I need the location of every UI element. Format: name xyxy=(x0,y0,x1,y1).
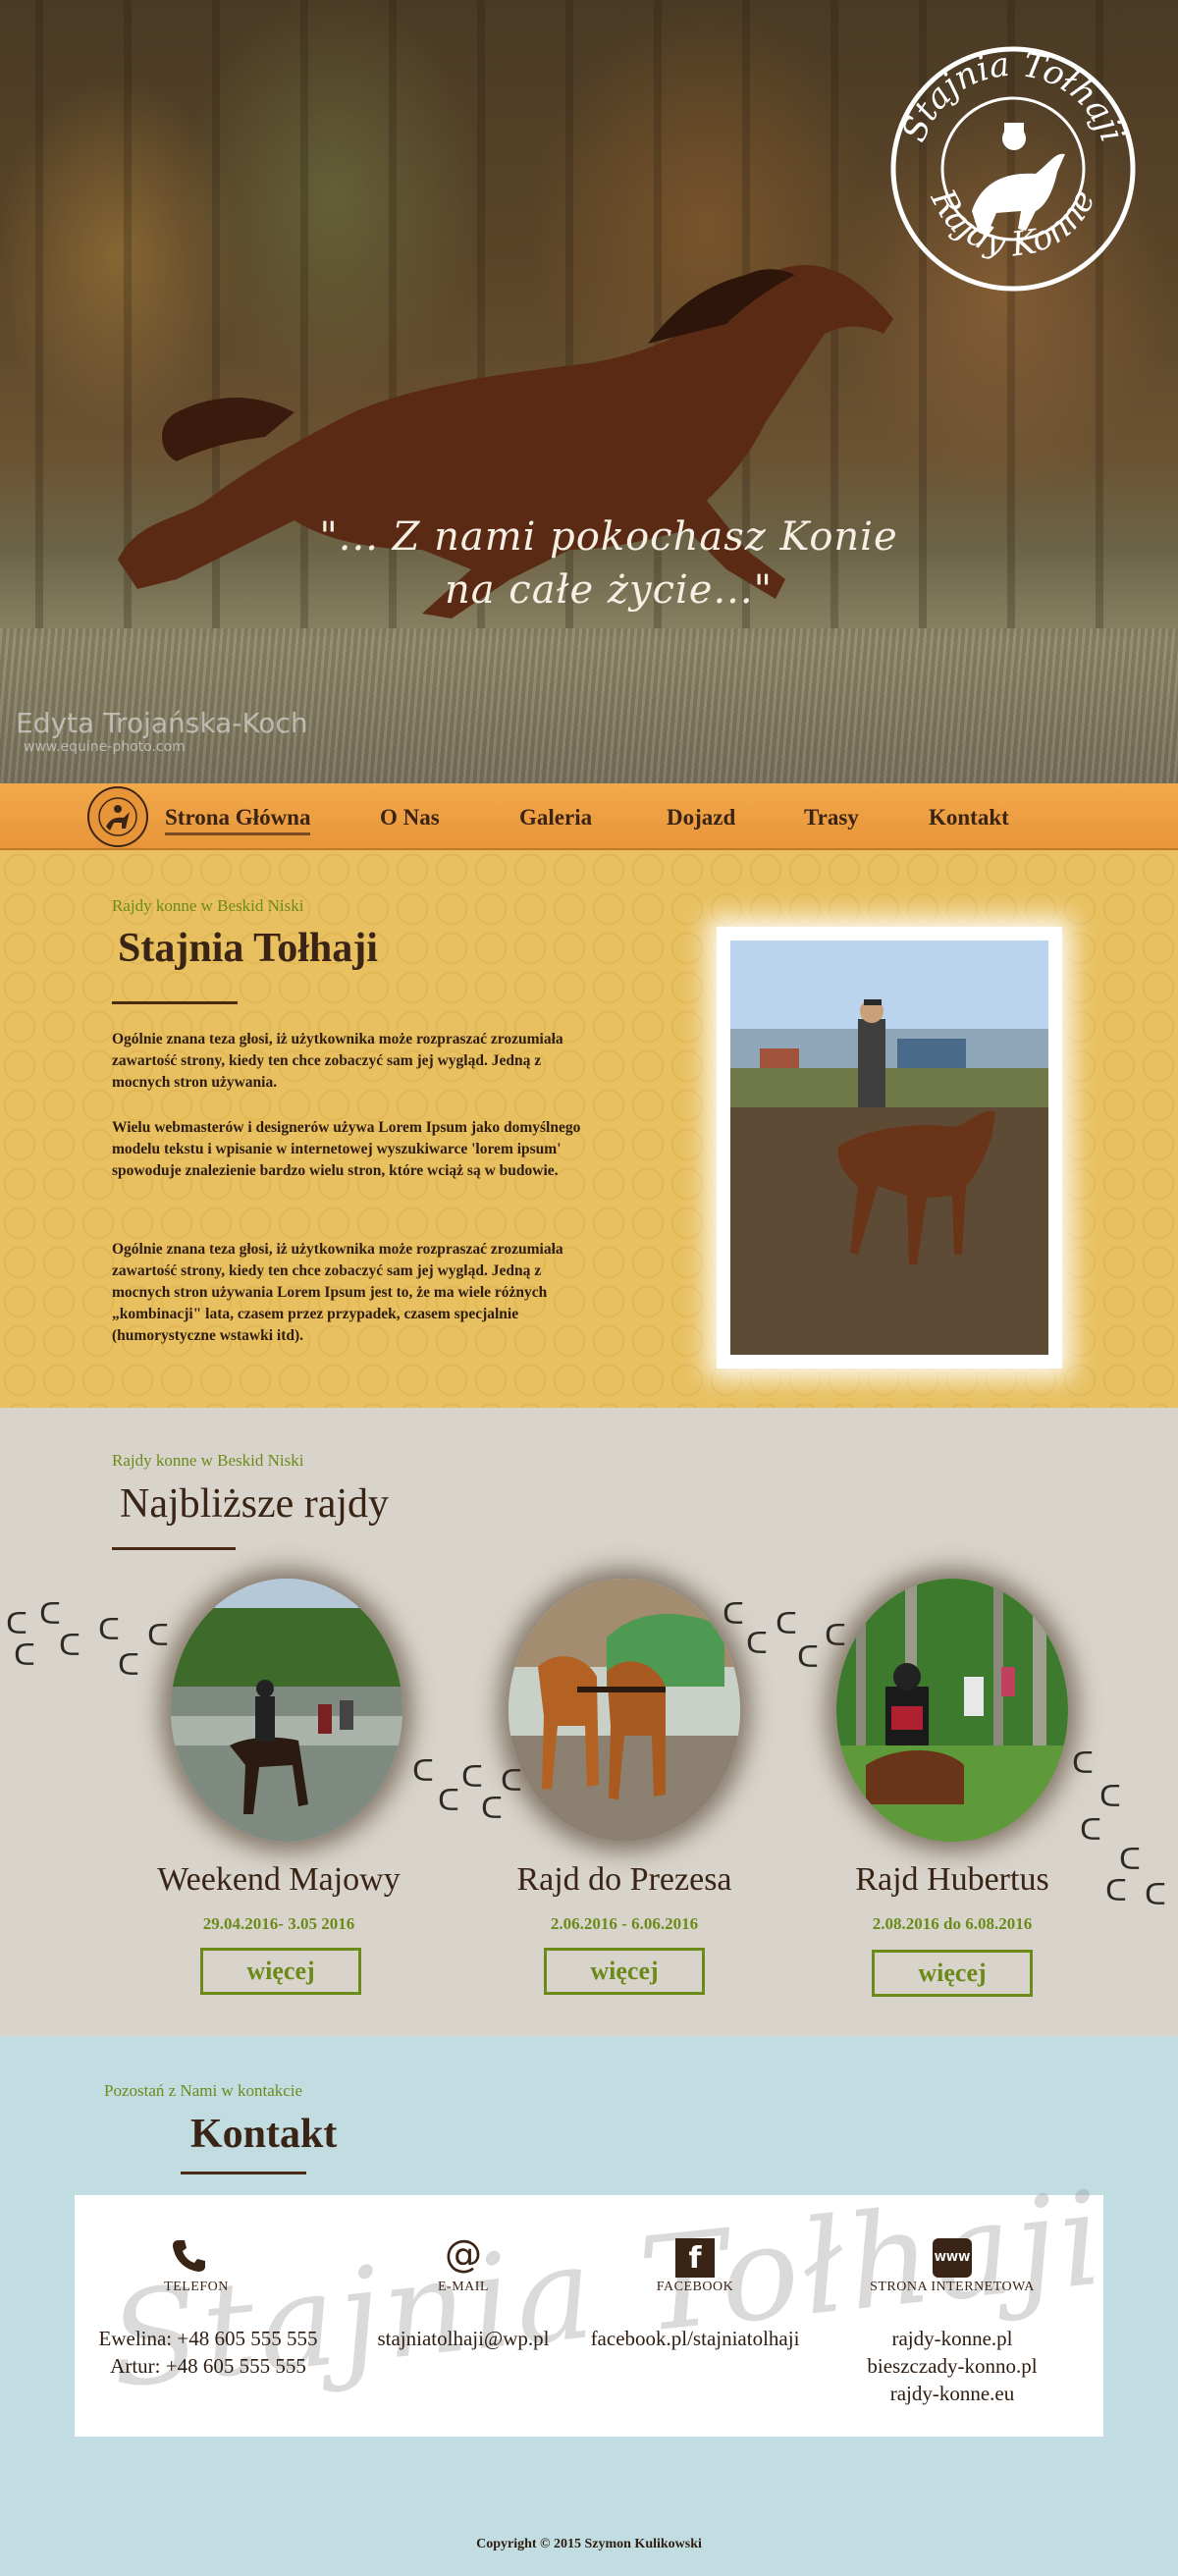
horse-wagon-image xyxy=(509,1579,740,1842)
footer-copyright: Copyright © 2015 Szymon Kulikowski xyxy=(476,2537,702,2551)
ride-name-1: Weekend Majowy xyxy=(157,1861,401,1898)
hero-quote-line-1: "... Z nami pokochasz Konie xyxy=(319,514,898,560)
horseshoe-print-icon: ᑕ xyxy=(1072,1746,1094,1781)
horseshoe-print-icon: ᑕ xyxy=(98,1613,120,1647)
horseshoe-print-icon: ᑕ xyxy=(412,1754,434,1789)
intro-kicker: Rajdy konne w Beskid Niski xyxy=(112,896,304,915)
horseshoe-print-icon: ᑕ xyxy=(825,1619,846,1653)
meadow-grass xyxy=(0,628,1178,783)
ride-date-1: 29.04.2016- 3.05 2016 xyxy=(202,1914,355,1933)
www-value-1[interactable]: rajdy-konne.pl xyxy=(844,2325,1060,2352)
nav-item-kontakt[interactable]: Kontakt xyxy=(929,805,1009,831)
horseshoe-print-icon: ᑕ xyxy=(501,1764,522,1798)
contact-title: Kontakt xyxy=(190,2112,338,2157)
nav-item-trasy[interactable]: Trasy xyxy=(804,805,859,831)
nav-item-galeria[interactable]: Galeria xyxy=(519,805,592,831)
horseshoe-print-icon: ᑕ xyxy=(1099,1780,1121,1814)
horseshoe-print-icon: ᑕ xyxy=(797,1640,819,1675)
nav-item-strona-glowna[interactable]: Strona Główna xyxy=(165,805,311,835)
ride-photo-rajd-hubertus[interactable] xyxy=(836,1579,1068,1842)
www-icon: WWW xyxy=(933,2238,972,2278)
rides-title: Najbliższe rajdy xyxy=(120,1481,390,1527)
ride-name-3: Rajd Hubertus xyxy=(855,1861,1049,1898)
nav-logo-icon[interactable] xyxy=(86,785,149,848)
ride-date-3: 2.08.2016 do 6.08.2016 xyxy=(872,1914,1033,1933)
www-value-2[interactable]: bieszczady-konno.pl xyxy=(844,2352,1060,2380)
photo-credit-url: www.equine-photo.com xyxy=(24,739,186,755)
rides-title-underline xyxy=(112,1547,236,1550)
intro-paragraph-1: Ogólnie znana teza głosi, iż użytkownika… xyxy=(112,1031,563,1091)
facebook-value[interactable]: facebook.pl/stajniatolhaji xyxy=(567,2325,823,2352)
intro-paragraph-2: Wielu webmasterów i designerów używa Lor… xyxy=(112,1119,581,1179)
stajnia-tolhaji-logo[interactable]: Stajnia Tołhaji Rajdy Konne xyxy=(888,44,1139,295)
horseshoe-print-icon: ᑕ xyxy=(776,1607,797,1641)
horseshoe-print-icon: ᑕ xyxy=(1105,1874,1127,1908)
hero-quote: "... Z nami pokochasz Konie na całe życi… xyxy=(314,510,903,617)
contact-kicker: Pozostań z Nami w kontakcie xyxy=(104,2081,303,2100)
ride-date-2: 2.06.2016 - 6.06.2016 xyxy=(550,1914,699,1933)
horseshoe-print-icon: ᑕ xyxy=(147,1619,169,1653)
ride-more-button-3[interactable]: więcej xyxy=(872,1950,1033,1997)
photo-credit: Edyta Trojańska-Koch www.equine-photo.co… xyxy=(16,707,308,755)
ride-name-2: Rajd do Prezesa xyxy=(516,1861,732,1898)
www-value-3[interactable]: rajdy-konne.eu xyxy=(844,2380,1060,2407)
email-label: E-MAIL xyxy=(438,2280,489,2294)
hero-banner: "... Z nami pokochasz Konie na całe życi… xyxy=(0,0,1178,783)
nav-item-o-nas[interactable]: O Nas xyxy=(380,805,440,831)
intro-paragraph-3: Ogólnie znana teza głosi, iż użytkownika… xyxy=(112,1241,563,1344)
ride-more-button-1[interactable]: więcej xyxy=(200,1948,361,1995)
river-riders-image xyxy=(171,1579,402,1842)
nav-item-dojazd[interactable]: Dojazd xyxy=(667,805,735,831)
intro-rider-photo xyxy=(717,927,1062,1368)
horseshoe-print-icon: ᑕ xyxy=(6,1607,27,1641)
email-value[interactable]: stajniatolhaji@wp.pl xyxy=(346,2325,581,2352)
ride-more-button-2[interactable]: więcej xyxy=(544,1948,705,1995)
contact-title-underline xyxy=(181,2172,306,2174)
intro-title: Stajnia Tołhaji xyxy=(118,926,378,971)
horseshoe-print-icon: ᑕ xyxy=(1145,1878,1166,1912)
rides-kicker: Rajdy konne w Beskid Niski xyxy=(112,1451,304,1470)
forest-trail-riders-image xyxy=(836,1579,1068,1842)
phone-value-1[interactable]: Ewelina: +48 605 555 555 xyxy=(90,2325,326,2352)
ride-photo-weekend-majowy[interactable] xyxy=(171,1579,402,1842)
facebook-icon[interactable]: f xyxy=(675,2238,715,2278)
ride-photo-rajd-do-prezesa[interactable] xyxy=(509,1579,740,1842)
horseshoe-print-icon: ᑕ xyxy=(438,1784,459,1818)
horseshoe-print-icon: ᑕ xyxy=(461,1760,483,1795)
rider-on-horse-image xyxy=(730,940,1048,1355)
photo-credit-author: Edyta Trojańska-Koch xyxy=(16,707,308,739)
facebook-label: FACEBOOK xyxy=(656,2280,734,2294)
phone-icon xyxy=(173,2240,205,2272)
www-label: STRONA INTERNETOWA xyxy=(870,2280,1035,2294)
horseshoe-print-icon: ᑕ xyxy=(481,1792,503,1826)
horseshoe-print-icon: ᑕ xyxy=(59,1629,80,1663)
horseshoe-print-icon: ᑕ xyxy=(746,1627,768,1661)
phone-label: TELEFON xyxy=(164,2280,229,2294)
phone-value-2[interactable]: Artur: +48 605 555 555 xyxy=(90,2352,326,2380)
horseshoe-print-icon: ᑕ xyxy=(39,1597,61,1632)
horseshoe-print-icon: ᑕ xyxy=(723,1597,744,1632)
horseshoe-print-icon: ᑕ xyxy=(118,1648,139,1683)
horseshoe-print-icon: ᑕ xyxy=(1080,1813,1101,1848)
hero-quote-line-2: na całe życie..." xyxy=(444,567,773,613)
horseshoe-print-icon: ᑕ xyxy=(1119,1843,1141,1877)
intro-title-underline xyxy=(112,1001,238,1004)
horseshoe-print-icon: ᑕ xyxy=(14,1638,35,1673)
email-at-icon: @ xyxy=(445,2232,482,2276)
